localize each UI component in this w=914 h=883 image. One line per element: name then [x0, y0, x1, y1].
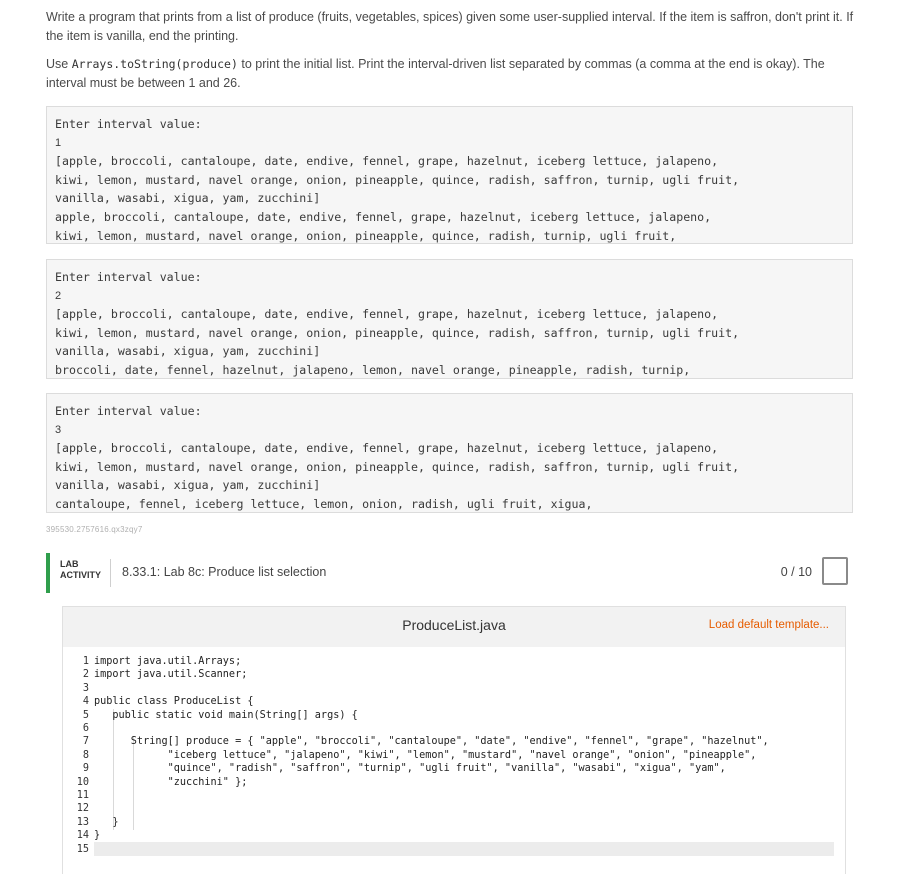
line-number: 9: [82, 763, 89, 775]
line-number: 8: [82, 749, 89, 761]
example-list-line: kiwi, lemon, mustard, navel orange, onio…: [55, 172, 740, 187]
example-run-2: Enter interval value: 2 [apple, broccoli…: [46, 259, 853, 379]
lab-activity-header: LAB ACTIVITY 8.33.1: Lab 8c: Produce lis…: [46, 553, 854, 593]
instructions-paragraph-2: Use Arrays.toString(produce) to print th…: [46, 55, 866, 93]
editor-file-bar: ProduceList.java Load default template..…: [63, 607, 845, 643]
instructions-paragraph-1: Write a program that prints from a list …: [46, 10, 854, 43]
code-line: public static void main(String[] args) {: [94, 709, 358, 721]
inline-code: Arrays.toString(produce): [71, 57, 238, 71]
code-text-area[interactable]: 1 2 3 4 5 6 7 8 9 10 11 12 13 14 15 impo…: [63, 647, 845, 875]
example-input: 1: [55, 136, 62, 149]
example-output-line: cantaloupe, fennel, iceberg lettuce, lem…: [55, 496, 593, 511]
example-prompt: Enter interval value:: [55, 404, 202, 418]
load-default-template-link[interactable]: Load default template...: [709, 619, 829, 631]
code-editor: ProduceList.java Load default template..…: [62, 606, 846, 875]
example-list-line: [apple, broccoli, cantaloupe, date, endi…: [55, 307, 719, 322]
example-run-3: Enter interval value: 3 [apple, broccoli…: [46, 393, 853, 513]
code-line: String[] produce = { "apple", "broccoli"…: [94, 736, 769, 748]
example-input: 3: [55, 423, 62, 436]
line-number: 1: [82, 656, 89, 667]
example-list-line: [apple, broccoli, cantaloupe, date, endi…: [55, 441, 719, 456]
code-lines: import java.util.Arrays; import java.uti…: [94, 647, 834, 883]
example-run-1: Enter interval value: 1 [apple, broccoli…: [46, 106, 853, 244]
lab-title: 8.33.1: Lab 8c: Produce list selection: [122, 565, 327, 579]
code-line: import java.util.Arrays;: [94, 656, 242, 667]
code-line: "iceberg lettuce", "jalapeno", "kiwi", "…: [94, 749, 757, 761]
code-line: }: [94, 830, 101, 842]
code-line: "quince", "radish", "saffron", "turnip",…: [94, 763, 726, 775]
code-line: import java.util.Scanner;: [94, 669, 248, 681]
example-output-line: broccoli, date, fennel, hazelnut, jalape…: [55, 362, 691, 377]
completion-checkbox-icon: [822, 557, 848, 585]
example-list-line: [apple, broccoli, cantaloupe, date, endi…: [55, 154, 719, 169]
line-number: 10: [76, 776, 89, 788]
example-list-line: vanilla, wasabi, xigua, yam, zucchini]: [55, 478, 321, 493]
line-number: 12: [76, 803, 89, 815]
example-prompt: Enter interval value:: [55, 117, 202, 131]
code-line: "zucchini" };: [94, 776, 248, 788]
line-number: 13: [76, 816, 89, 828]
example-list-line: kiwi, lemon, mustard, navel orange, onio…: [55, 459, 740, 474]
line-number: 6: [82, 723, 89, 735]
divider: [110, 559, 111, 587]
line-number: 15: [76, 843, 89, 855]
instructions-text: Use: [46, 57, 72, 71]
example-list-line: kiwi, lemon, mustard, navel orange, onio…: [55, 325, 740, 340]
example-list-line: vanilla, wasabi, xigua, yam, zucchini]: [55, 344, 321, 359]
line-number: 11: [76, 790, 89, 802]
lab-tag-line: ACTIVITY: [60, 570, 102, 580]
code-line: }: [94, 816, 119, 828]
example-output-line: apple, broccoli, cantaloupe, date, endiv…: [55, 209, 712, 224]
line-number: 3: [82, 682, 89, 694]
example-list-line: vanilla, wasabi, xigua, yam, zucchini]: [55, 191, 321, 206]
lab-score: 0 / 10: [780, 565, 812, 579]
line-number: 14: [76, 830, 89, 842]
lab-activity-tag: LAB ACTIVITY: [60, 559, 104, 581]
line-number: 5: [82, 709, 89, 721]
example-input: 2: [55, 289, 62, 302]
line-number: 4: [82, 696, 89, 708]
example-output-line: kiwi, lemon, mustard, navel orange, onio…: [55, 228, 677, 243]
code-line: public class ProduceList {: [94, 696, 254, 708]
code-line-active: [94, 842, 834, 856]
line-number: 7: [82, 736, 89, 748]
line-number: 2: [82, 669, 89, 681]
content-id: 395530.2757616.qx3zqy7: [46, 525, 143, 534]
lab-tag-line: LAB: [60, 559, 79, 569]
example-prompt: Enter interval value:: [55, 270, 202, 284]
line-number-gutter: 1 2 3 4 5 6 7 8 9 10 11 12 13 14 15: [63, 647, 89, 883]
